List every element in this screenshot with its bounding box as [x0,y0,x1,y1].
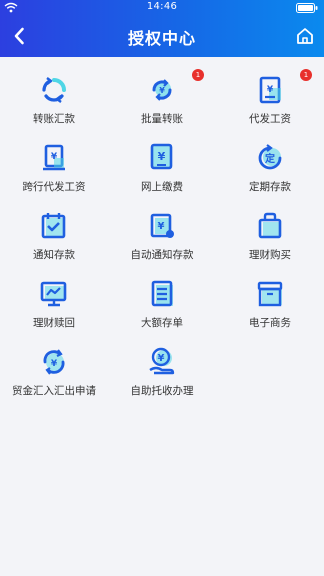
back-button[interactable] [6,22,32,50]
status-time: 14:46 [146,1,178,12]
menu-item-self-collection[interactable]: ¥ 自助托收办理 [108,338,216,406]
calendar-check-icon [41,213,66,239]
chevron-left-icon [14,27,24,45]
auto-notice-deposit-icon: ¥ [150,213,174,238]
online-payment-icon: ¥ [150,143,173,170]
menu-item-batch-transfer[interactable]: ¥ 1 批量转账 [108,66,216,134]
interbank-salary-icon: ¥ [43,144,65,171]
self-collection-icon: ¥ [149,347,175,375]
menu-item-trade-finance[interactable]: ¥ 贸金汇入汇出申请 [0,338,108,406]
svg-text:¥: ¥ [158,150,166,163]
menu-item-label: 电子商务 [249,317,291,329]
menu-item-label: 转账汇款 [33,113,75,125]
menu-item-label: 自助托收办理 [130,385,194,397]
cycle-arrows-icon [42,77,66,103]
menu-item-label: 网上缴费 [141,181,183,193]
menu-item-label: 跨行代发工资 [22,181,86,193]
menu-item-large-deposit[interactable]: 大额存单 [108,270,216,338]
menu-item-label: 定期存款 [249,181,291,193]
svg-text:¥: ¥ [267,85,274,95]
menu-item-fixed-deposit[interactable]: 定 定期存款 [216,134,324,202]
salary-document-icon: ¥ [259,76,281,104]
batch-transfer-icon: ¥ [152,79,172,101]
menu-item-label: 大额存单 [141,317,183,329]
home-button[interactable] [292,22,318,50]
menu-item-notice-deposit[interactable]: 通知存款 [0,202,108,270]
status-bar: 14:46 [0,0,324,16]
menu-item-label: 代发工资 [249,113,291,125]
menu-item-label: 批量转账 [141,113,183,125]
menu-item-wealth-redemption[interactable]: 理财赎回 [0,270,108,338]
home-icon [297,28,313,44]
notification-badge: 1 [192,69,204,81]
monitor-chart-icon [40,281,67,307]
menu-item-wealth-purchase[interactable]: 理财购买 [216,202,324,270]
menu-item-label: 理财赎回 [33,317,75,329]
header-bar: 14:46 授权中心 [0,0,324,57]
menu-item-label: 理财购买 [249,249,291,261]
menu-item-transfer[interactable]: 转账汇款 [0,66,108,134]
large-deposit-icon [151,280,173,307]
notification-badge: 1 [300,69,312,81]
svg-text:¥: ¥ [51,152,58,162]
svg-text:定: 定 [265,152,275,165]
menu-item-label: 自动通知存款 [130,249,194,261]
fixed-deposit-icon: 定 [258,144,282,170]
battery-icon [296,3,318,13]
currency-exchange-icon: ¥ [43,349,65,375]
menu-item-salary[interactable]: ¥ 1 代发工资 [216,66,324,134]
svg-text:¥: ¥ [51,359,58,369]
svg-text:¥: ¥ [158,221,165,232]
svg-text:¥: ¥ [158,353,165,364]
menu-item-online-payment[interactable]: ¥ 网上缴费 [108,134,216,202]
menu-item-auto-notice-deposit[interactable]: ¥ 自动通知存款 [108,202,216,270]
archive-box-icon [257,281,283,307]
page-title: 授权中心 [127,29,196,48]
menu-item-label: 通知存款 [33,249,75,261]
menu-item-label: 贸金汇入汇出申请 [12,385,96,397]
menu-item-ecommerce[interactable]: 电子商务 [216,270,324,338]
nav-bar: 授权中心 [0,16,324,57]
svg-text:¥: ¥ [159,86,165,95]
menu-item-interbank-salary[interactable]: ¥ 跨行代发工资 [0,134,108,202]
function-grid: 转账汇款 ¥ 1 批量转账 ¥ 1 代发工资 ¥ 跨行代发工资 ¥ 网上缴费 定… [0,66,324,406]
shopping-bag-icon [258,212,282,239]
